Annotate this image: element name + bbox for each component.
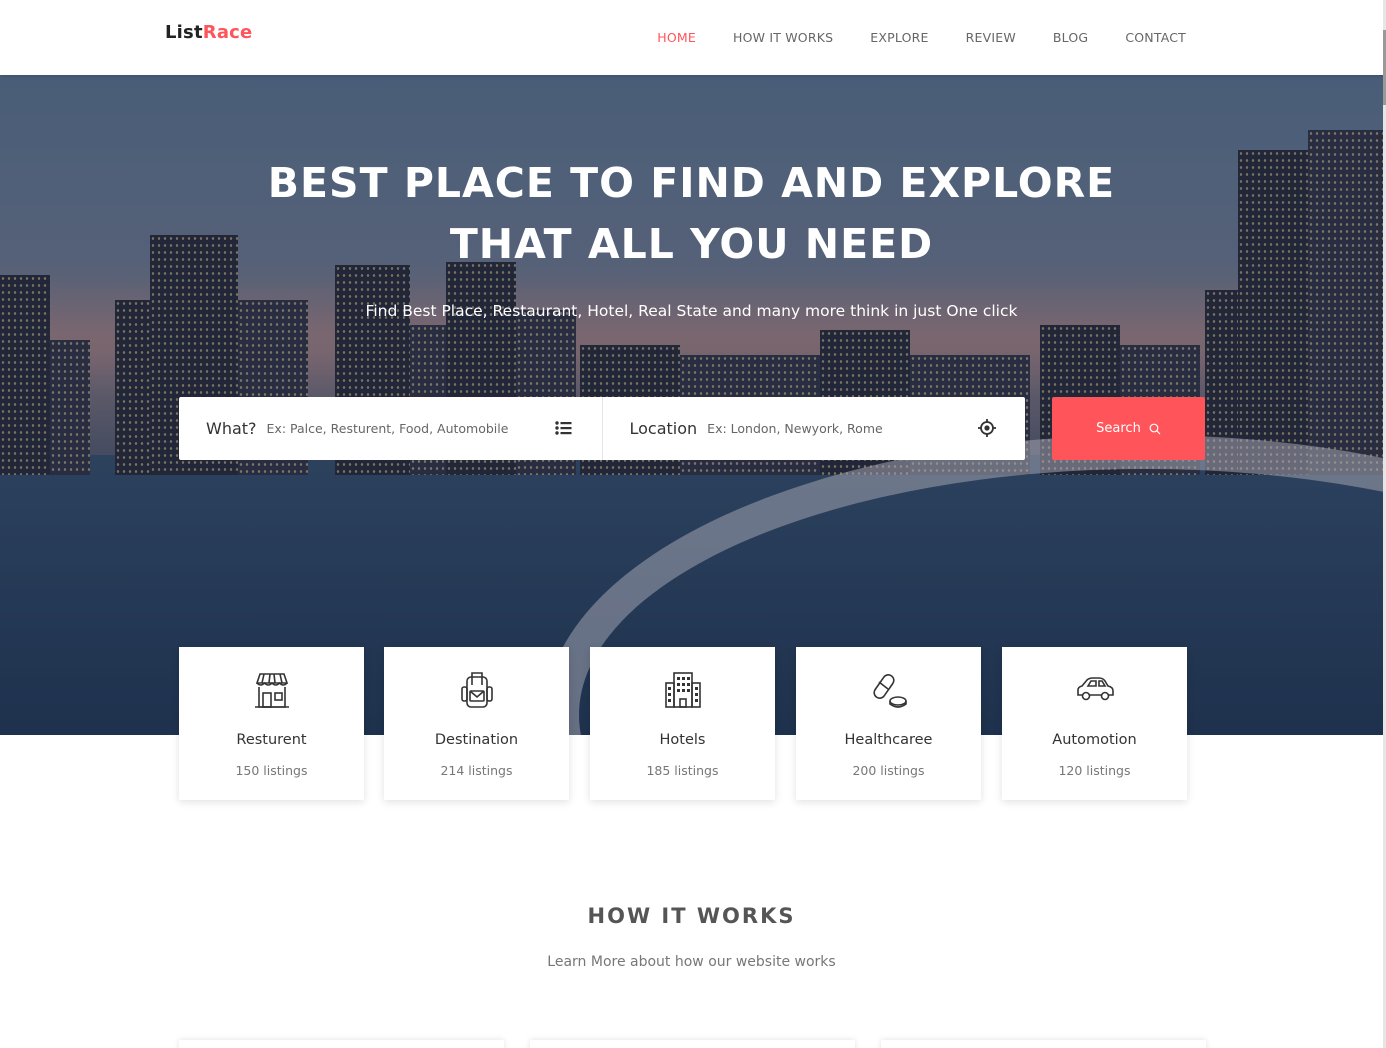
category-name: Hotels: [659, 732, 706, 748]
nav-review[interactable]: REVIEW: [966, 30, 1016, 45]
search-form: What? Ex: Palce, Resturent, Food, Automo…: [179, 397, 1025, 460]
what-label: What?: [206, 419, 257, 438]
category-count: 214 listings: [440, 763, 513, 778]
hero-subtitle: Find Best Place, Restaurant, Hotel, Real…: [365, 302, 1018, 320]
nav-explore[interactable]: EXPLORE: [870, 30, 928, 45]
category-count: 120 listings: [1058, 763, 1131, 778]
list-icon[interactable]: [554, 418, 574, 438]
hero-title-line2: THAT ALL YOU NEED: [449, 220, 934, 268]
location-input[interactable]: Ex: London, Newyork, Rome: [707, 421, 883, 436]
category-card-hotels[interactable]: Hotels 185 listings: [590, 647, 775, 800]
nav-how-it-works[interactable]: HOW IT WORKS: [733, 30, 833, 45]
how-it-works-card: [881, 1040, 1206, 1048]
what-input[interactable]: Ex: Palce, Resturent, Food, Automobile: [267, 421, 509, 436]
pill-icon: [873, 674, 907, 708]
backpack-icon: [461, 672, 493, 708]
store-icon: [255, 673, 289, 708]
logo[interactable]: ListRace: [165, 22, 252, 43]
nav-home[interactable]: HOME: [657, 30, 696, 45]
location-label: Location: [629, 419, 698, 438]
nav-contact[interactable]: CONTACT: [1125, 30, 1186, 45]
how-it-works-title: HOW IT WORKS: [587, 904, 796, 928]
how-it-works-subtitle: Learn More about how our website works: [547, 954, 836, 970]
category-name: Healthcaree: [844, 732, 933, 748]
category-card-healthcare[interactable]: Healthcaree 200 listings: [796, 647, 981, 800]
what-field[interactable]: What? Ex: Palce, Resturent, Food, Automo…: [179, 397, 602, 460]
category-card-destination[interactable]: Destination 214 listings: [384, 647, 569, 800]
category-count: 150 listings: [235, 763, 308, 778]
search-button[interactable]: Search: [1052, 397, 1205, 460]
locate-target-icon[interactable]: [977, 418, 997, 438]
hero-title: BEST PLACE TO FIND AND EXPLORE THAT ALL …: [0, 153, 1383, 275]
building-icon: [665, 672, 701, 708]
hero-title-line1: BEST PLACE TO FIND AND EXPLORE: [267, 159, 1116, 207]
logo-text-race: Race: [202, 22, 253, 43]
category-card-automotion[interactable]: Automotion 120 listings: [1002, 647, 1187, 800]
category-card-restaurant[interactable]: Resturent 150 listings: [179, 647, 364, 800]
nav-blog[interactable]: BLOG: [1053, 30, 1088, 45]
car-icon: [1077, 677, 1114, 701]
hero-section: BEST PLACE TO FIND AND EXPLORE THAT ALL …: [0, 75, 1383, 735]
search-button-label: Search: [1096, 421, 1141, 436]
how-it-works-card: [179, 1040, 504, 1048]
category-cards: Resturent 150 listings Destination 214 l…: [179, 647, 1189, 800]
logo-text-list: List: [165, 22, 203, 43]
how-it-works-card: [530, 1040, 855, 1048]
category-count: 185 listings: [646, 763, 719, 778]
category-name: Destination: [434, 732, 519, 748]
main-nav: HOME HOW IT WORKS EXPLORE REVIEW BLOG CO…: [620, 30, 1186, 45]
location-field[interactable]: Location Ex: London, Newyork, Rome: [601, 397, 1026, 460]
site-header: ListRace HOME HOW IT WORKS EXPLORE REVIE…: [0, 0, 1386, 75]
category-name: Resturent: [236, 732, 307, 748]
category-count: 200 listings: [852, 763, 925, 778]
category-name: Automotion: [1052, 732, 1137, 748]
search-icon: [1149, 423, 1161, 434]
